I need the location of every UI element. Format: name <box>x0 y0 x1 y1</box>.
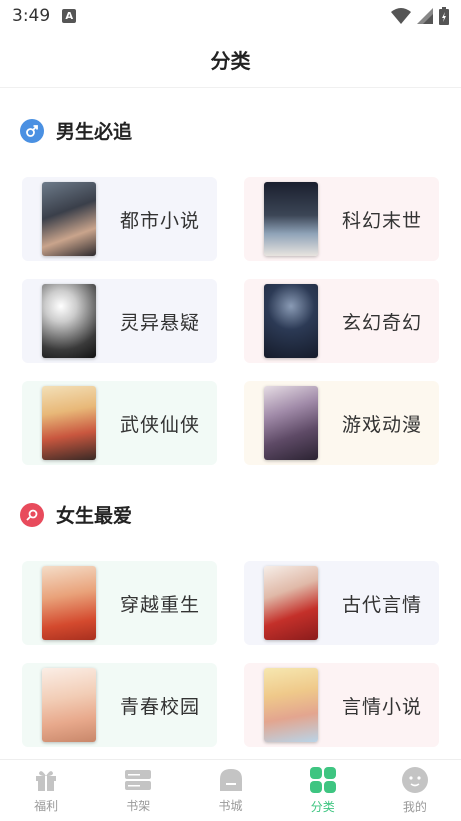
category-label: 灵异悬疑 <box>120 311 201 334</box>
category-label: 古代言情 <box>342 593 423 616</box>
category-card-wuxia[interactable]: 武侠仙侠 <box>22 381 217 465</box>
wifi-icon <box>391 8 411 24</box>
category-card-urban[interactable]: 都市小说 <box>22 177 217 261</box>
category-label: 穿越重生 <box>120 593 201 616</box>
section-title: 女生最爱 <box>56 505 133 527</box>
gift-icon <box>36 771 57 791</box>
cover-image <box>42 566 96 640</box>
category-label: 武侠仙侠 <box>120 413 201 436</box>
tab-label: 书架 <box>126 799 151 813</box>
tab-category[interactable]: 分类 <box>277 760 369 821</box>
bookstore-icon <box>219 769 242 791</box>
category-label: 言情小说 <box>342 695 423 718</box>
category-card-mystery[interactable]: 灵异悬疑 <box>22 279 217 363</box>
page-header: 分类 <box>0 32 461 88</box>
tab-profile[interactable]: 我的 <box>369 760 461 821</box>
bottom-tab-bar: 福利 书架 书城 分类 我的 <box>0 759 461 821</box>
battery-icon <box>439 7 449 25</box>
section-title: 男生必追 <box>56 121 133 143</box>
cover-image <box>42 668 96 742</box>
category-card-ancient-romance[interactable]: 古代言情 <box>244 561 439 645</box>
category-card-game-anime[interactable]: 游戏动漫 <box>244 381 439 465</box>
status-time: 3:49 <box>12 6 51 26</box>
category-card-scifi[interactable]: 科幻末世 <box>244 177 439 261</box>
tab-bookstore[interactable]: 书城 <box>184 760 276 821</box>
signal-icon <box>417 8 433 24</box>
category-content[interactable]: 男生必追 都市小说 科幻末世 灵异悬疑 玄幻奇幻 武侠仙侠 游戏动漫 女生最爱 … <box>0 92 461 758</box>
status-bar: 3:49 A <box>0 0 461 32</box>
female-icon <box>20 502 44 527</box>
category-label: 青春校园 <box>120 695 201 718</box>
cover-image <box>42 284 96 358</box>
profile-icon <box>401 767 428 793</box>
tab-welfare[interactable]: 福利 <box>0 760 92 821</box>
tab-bookshelf[interactable]: 书架 <box>92 760 184 821</box>
category-card-romance[interactable]: 言情小说 <box>244 663 439 747</box>
cover-image <box>264 668 318 742</box>
tab-label: 我的 <box>402 800 427 814</box>
cover-image <box>264 284 318 358</box>
category-card-time-travel[interactable]: 穿越重生 <box>22 561 217 645</box>
bookshelf-icon <box>125 770 152 790</box>
category-label: 都市小说 <box>120 209 201 232</box>
category-label: 科幻末世 <box>342 209 423 232</box>
cover-image <box>42 386 96 460</box>
cover-image <box>264 386 318 460</box>
section-header-male: 男生必追 <box>20 117 132 144</box>
tab-label: 书城 <box>218 799 243 813</box>
cover-image <box>264 182 318 256</box>
tab-label: 福利 <box>34 799 59 813</box>
page-title: 分类 <box>210 49 251 73</box>
category-label: 游戏动漫 <box>342 413 423 436</box>
tab-label: 分类 <box>310 800 335 814</box>
cover-image <box>42 182 96 256</box>
category-label: 玄幻奇幻 <box>342 311 423 334</box>
section-header-female: 女生最爱 <box>20 501 132 528</box>
accessibility-badge-icon: A <box>62 9 77 23</box>
male-icon <box>20 118 44 143</box>
category-card-campus[interactable]: 青春校园 <box>22 663 217 747</box>
cover-image <box>264 566 318 640</box>
category-icon <box>309 767 336 793</box>
category-card-fantasy[interactable]: 玄幻奇幻 <box>244 279 439 363</box>
